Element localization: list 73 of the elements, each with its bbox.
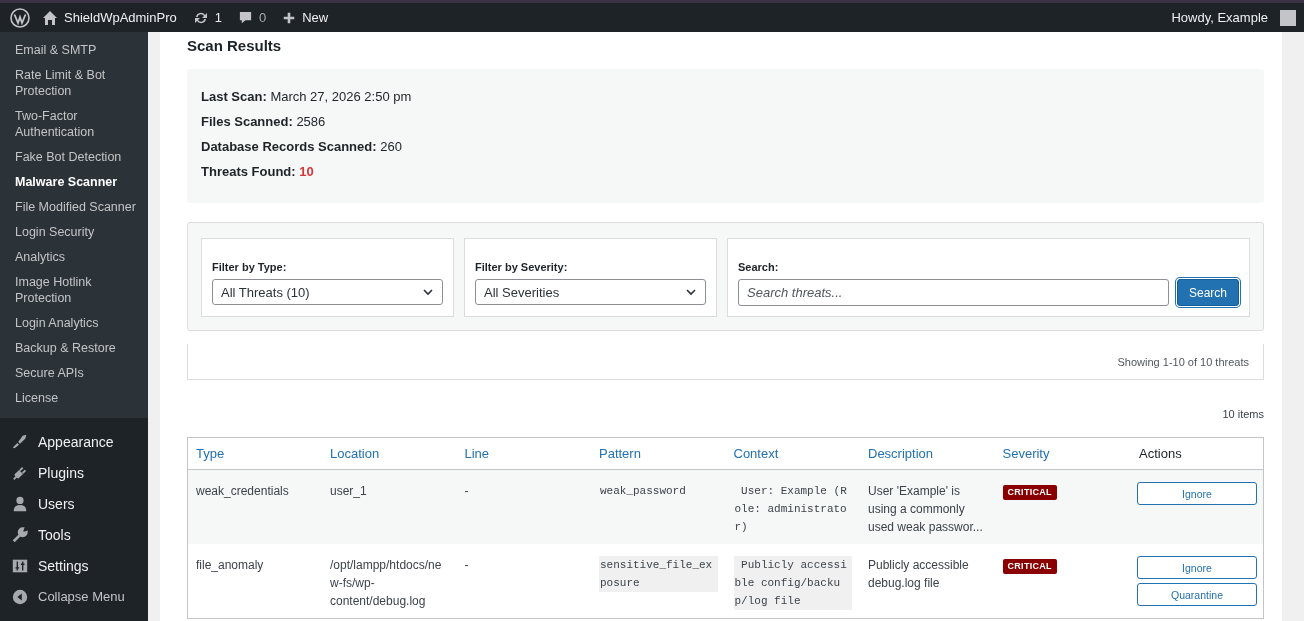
- table-cell: file_anomaly: [187, 544, 322, 619]
- submenu-item[interactable]: Login Analytics: [0, 311, 148, 336]
- code-cell-text: User: Example (Role: administrator): [733, 484, 848, 535]
- table-cell: -: [456, 469, 591, 544]
- item-count: 10 items: [1222, 408, 1264, 420]
- sortable-column-header[interactable]: Line: [456, 437, 591, 470]
- sortable-column-header[interactable]: Type: [187, 437, 322, 470]
- submenu-item[interactable]: Fake Bot Detection: [0, 145, 148, 170]
- results-count-text: Showing 1-10 of 10 threats: [1117, 356, 1249, 368]
- table-cell: User 'Example' is using a commonly used weak passwor...: [860, 469, 995, 544]
- menu-item[interactable]: Users: [0, 488, 148, 519]
- field-label: Search:: [738, 261, 780, 273]
- sortable-column-header[interactable]: Location: [322, 437, 457, 470]
- submenu-item[interactable]: Rate Limit & Bot Protection: [0, 63, 148, 104]
- menu-item[interactable]: Settings: [0, 550, 148, 581]
- submenu-item[interactable]: Secure APIs: [0, 361, 148, 386]
- submenu-item[interactable]: Image Hotlink Protection: [0, 270, 148, 311]
- wrench-icon: [11, 525, 29, 544]
- action-button[interactable]: Quarantine: [1137, 583, 1257, 606]
- search-field[interactable]: Search threats...: [738, 279, 1169, 306]
- action-button[interactable]: Ignore: [1137, 556, 1257, 579]
- avatar: [1280, 9, 1296, 26]
- table-cell: user_1: [322, 469, 457, 544]
- severity-badge: CRITICAL: [1002, 485, 1057, 500]
- section-title: Scan Results: [187, 37, 283, 54]
- wordpress-logo-icon: [10, 7, 30, 28]
- table-cell: Publicly accessible debug.log file: [860, 544, 995, 619]
- home-icon: [42, 9, 58, 26]
- sortable-column-header[interactable]: Pattern: [591, 437, 726, 470]
- action-button[interactable]: Ignore: [1137, 482, 1257, 505]
- search-button[interactable]: Search: [1176, 279, 1239, 306]
- code-cell: sensitive_file_exposure: [599, 556, 718, 592]
- field-label: Filter by Severity:: [475, 261, 569, 273]
- submenu-item[interactable]: License: [0, 386, 148, 411]
- plus-icon: [282, 10, 297, 25]
- submenu-item[interactable]: Malware Scanner: [0, 170, 148, 195]
- table-cell: -: [456, 544, 591, 619]
- comments-link[interactable]: 0: [233, 10, 271, 25]
- submenu-item[interactable]: Email & SMTP: [0, 38, 148, 63]
- field-label: Filter by Type:: [212, 261, 288, 273]
- sortable-column-header[interactable]: Description: [860, 437, 995, 470]
- column-header: Actions: [1129, 437, 1264, 470]
- code-cell-text: weak_password: [599, 484, 687, 499]
- type-dropdown[interactable]: All Threats (10): [212, 279, 443, 305]
- submenu-item[interactable]: File Modified Scanner: [0, 195, 148, 220]
- table-cell: /opt/lampp/htdocs/new-fs/wp-content/debug.log: [322, 544, 457, 619]
- submenu-item[interactable]: Backup & Restore: [0, 336, 148, 361]
- submenu-item[interactable]: Login Security: [0, 220, 148, 245]
- chevron-down-icon: [422, 286, 434, 298]
- severity-dropdown[interactable]: All Severities: [475, 279, 706, 305]
- sortable-column-header[interactable]: Context: [725, 437, 860, 470]
- menu-item[interactable]: Tools: [0, 519, 148, 550]
- account-link[interactable]: Howdy, Example: [1167, 10, 1272, 25]
- summary-line: Last Scan: March 27, 2026 2:50 pm: [201, 89, 413, 104]
- submenu-item[interactable]: Analytics: [0, 245, 148, 270]
- new-link[interactable]: New: [278, 10, 333, 25]
- chevron-down-icon: [685, 286, 697, 298]
- summary-line: Database Records Scanned: 260: [201, 139, 403, 154]
- updates-link[interactable]: 1: [188, 9, 226, 26]
- severity-badge: CRITICAL: [1002, 559, 1057, 574]
- code-cell: Publicly accessible config/backup/log file: [733, 556, 852, 610]
- table-cell: weak_credentials: [187, 469, 322, 544]
- user-icon: [11, 494, 29, 513]
- speech-bubble-icon: [237, 10, 253, 25]
- submenu-item[interactable]: Two-Factor Authentication: [0, 104, 148, 145]
- sortable-column-header[interactable]: Severity: [994, 437, 1129, 470]
- brush-icon: [11, 432, 29, 451]
- collapse-menu-button[interactable]: Collapse Menu: [0, 581, 148, 612]
- menu-item[interactable]: Plugins: [0, 457, 148, 488]
- menu-item[interactable]: Appearance: [0, 426, 148, 457]
- summary-line: Files Scanned: 2586: [201, 114, 327, 129]
- site-name-link[interactable]: ShieldWpAdminPro: [38, 9, 181, 26]
- summary-line: Threats Found: 10: [201, 164, 315, 179]
